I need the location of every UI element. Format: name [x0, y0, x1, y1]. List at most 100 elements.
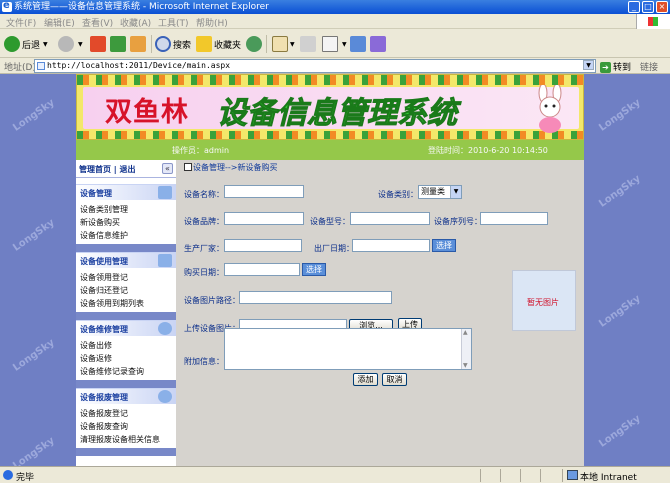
home-button[interactable] [130, 35, 148, 53]
media-button[interactable] [246, 35, 264, 53]
device-name-input[interactable] [224, 185, 304, 198]
sidebar-section-scrap: 设备报废管理 设备报废登记 设备报废查询 清理报废设备相关信息 [76, 388, 176, 446]
address-dropdown-icon[interactable]: ▼ [583, 60, 594, 70]
device-image-placeholder: 暂无图片 [512, 270, 576, 331]
windows-logo-icon [636, 14, 670, 29]
stop-button[interactable] [90, 35, 108, 53]
ie-window: 系统管理——设备信息管理系统 - Microsoft Internet Expl… [0, 0, 670, 483]
section-title: 设备管理 [80, 189, 112, 198]
edit-icon [184, 163, 192, 171]
device-serial-input[interactable] [480, 212, 548, 225]
sidebar-item-return[interactable]: 设备归还登记 [80, 284, 176, 297]
chevron-down-icon: ▼ [450, 186, 461, 198]
section-divider [76, 448, 176, 456]
user-info-bar: 操作员：admin 登陆时间：2010-6-20 10:14:50 [76, 140, 584, 160]
sidebar-section-usage: 设备使用管理 设备领用登记 设备归还登记 设备领用到期列表 [76, 252, 176, 310]
search-button[interactable]: 搜索 [155, 35, 191, 53]
close-button[interactable]: × [656, 1, 668, 13]
maximize-button[interactable]: □ [642, 1, 654, 13]
section-title: 设备维修管理 [80, 325, 128, 334]
menu-file[interactable]: 文件(F) [6, 16, 36, 29]
manufacturer-input[interactable] [224, 239, 302, 252]
search-icon [155, 36, 171, 52]
watermark-text: LongSky [597, 413, 643, 450]
factory-date-pick-button[interactable]: 选择 [432, 239, 456, 252]
carrot-border-bottom [77, 131, 583, 139]
magnifier-icon [158, 390, 172, 403]
extra-info-textarea[interactable] [224, 328, 472, 370]
manufacturer-label: 生产厂家： [184, 244, 224, 253]
ie-logo-icon [2, 0, 12, 13]
purchase-date-pick-button[interactable]: 选择 [302, 263, 326, 276]
add-button[interactable]: 添加 [353, 373, 378, 386]
sidebar-item-repair-query[interactable]: 设备维修记录查询 [80, 365, 176, 378]
mail-button[interactable]: ▼ [272, 35, 295, 53]
textarea-scrollbar[interactable] [461, 329, 471, 369]
collapse-sidebar-button[interactable]: « [162, 163, 173, 174]
factory-date-label: 出厂日期： [314, 244, 354, 253]
device-model-input[interactable] [350, 212, 430, 225]
user-icon [158, 322, 172, 335]
sidebar-item-repair-back[interactable]: 设备返修 [80, 352, 176, 365]
purchase-date-label: 购买日期： [184, 268, 224, 277]
section-header[interactable]: 设备管理 [76, 184, 176, 200]
sidebar-item-scrap-query[interactable]: 设备报废查询 [80, 420, 176, 433]
device-brand-label: 设备品牌： [184, 217, 224, 226]
address-input[interactable]: http://localhost:2011/Device/main.aspx [34, 59, 596, 73]
device-brand-input[interactable] [224, 212, 304, 225]
sidebar-item-device-maintain[interactable]: 设备信息维护 [80, 229, 176, 242]
image-path-input[interactable] [239, 291, 392, 304]
operator-text: 操作员：admin [172, 146, 230, 155]
section-divider [76, 380, 176, 388]
sidebar-item-scrap-cleanup[interactable]: 清理报废设备相关信息 [80, 433, 176, 446]
links-button[interactable]: 链接 [640, 60, 658, 73]
edit-button[interactable]: ▼ [322, 35, 347, 53]
menu-tools[interactable]: 工具(T) [158, 16, 189, 29]
watermark-text: LongSky [11, 217, 57, 254]
factory-date-input[interactable] [352, 239, 430, 252]
forward-button[interactable]: ▼ [58, 35, 83, 53]
favorites-button[interactable]: 收藏夹 [196, 35, 241, 53]
watermark-text: LongSky [11, 97, 57, 134]
sidebar-item-due-list[interactable]: 设备领用到期列表 [80, 297, 176, 310]
section-header[interactable]: 设备维修管理 [76, 320, 176, 336]
go-button[interactable]: ➔ 转到 [600, 60, 631, 73]
discuss-button[interactable] [350, 35, 368, 53]
banner-title-system: 设备信息管理系统 [217, 96, 458, 132]
section-divider [76, 312, 176, 320]
header-banner: 双鱼林 设备信息管理系统 [76, 74, 584, 140]
messenger-button[interactable] [370, 35, 388, 53]
section-header[interactable]: 设备报废管理 [76, 388, 176, 404]
section-header[interactable]: 设备使用管理 [76, 252, 176, 268]
menu-bar: 文件(F) 编辑(E) 查看(V) 收藏(A) 工具(T) 帮助(H) [0, 14, 670, 29]
sidebar-item-category[interactable]: 设备类别管理 [80, 203, 176, 216]
sidebar-item-borrow[interactable]: 设备领用登记 [80, 271, 176, 284]
menu-edit[interactable]: 编辑(E) [44, 16, 75, 29]
device-category-select[interactable]: 测量类 ▼ [418, 185, 462, 199]
stop-icon [90, 36, 106, 52]
forward-arrow-icon [58, 36, 74, 52]
watermark-text: LongSky [11, 435, 57, 466]
home-icon [130, 36, 146, 52]
sidebar-item-repair-out[interactable]: 设备出修 [80, 339, 176, 352]
purchase-date-input[interactable] [224, 263, 300, 276]
menu-help[interactable]: 帮助(H) [196, 16, 228, 29]
cancel-button[interactable]: 取消 [382, 373, 407, 386]
menu-view[interactable]: 查看(V) [82, 16, 113, 29]
minimize-button[interactable]: _ [628, 1, 640, 13]
extra-info-label: 附加信息： [184, 357, 224, 366]
address-label: 地址(D) [4, 63, 36, 73]
sidebar-item-new-device[interactable]: 新设备购买 [80, 216, 176, 229]
menu-favorites[interactable]: 收藏(A) [120, 16, 151, 29]
discuss-icon [350, 36, 366, 52]
main-content: 设备管理-->新设备购买 设备名称： 设备类别： 测量类 ▼ 设备品牌： 设备型… [176, 160, 584, 466]
banner-title-brand: 双鱼林 [105, 97, 189, 128]
print-icon [300, 36, 316, 52]
print-button[interactable] [300, 35, 318, 53]
sidebar-item-scrap-register[interactable]: 设备报废登记 [80, 407, 176, 420]
device-category-label: 设备类别： [378, 190, 418, 199]
refresh-button[interactable] [110, 35, 128, 53]
back-button[interactable]: 后退 ▼ [4, 35, 48, 53]
watermark-text: LongSky [597, 97, 643, 134]
home-logout-links[interactable]: 管理首页 | 退出 [79, 164, 136, 175]
